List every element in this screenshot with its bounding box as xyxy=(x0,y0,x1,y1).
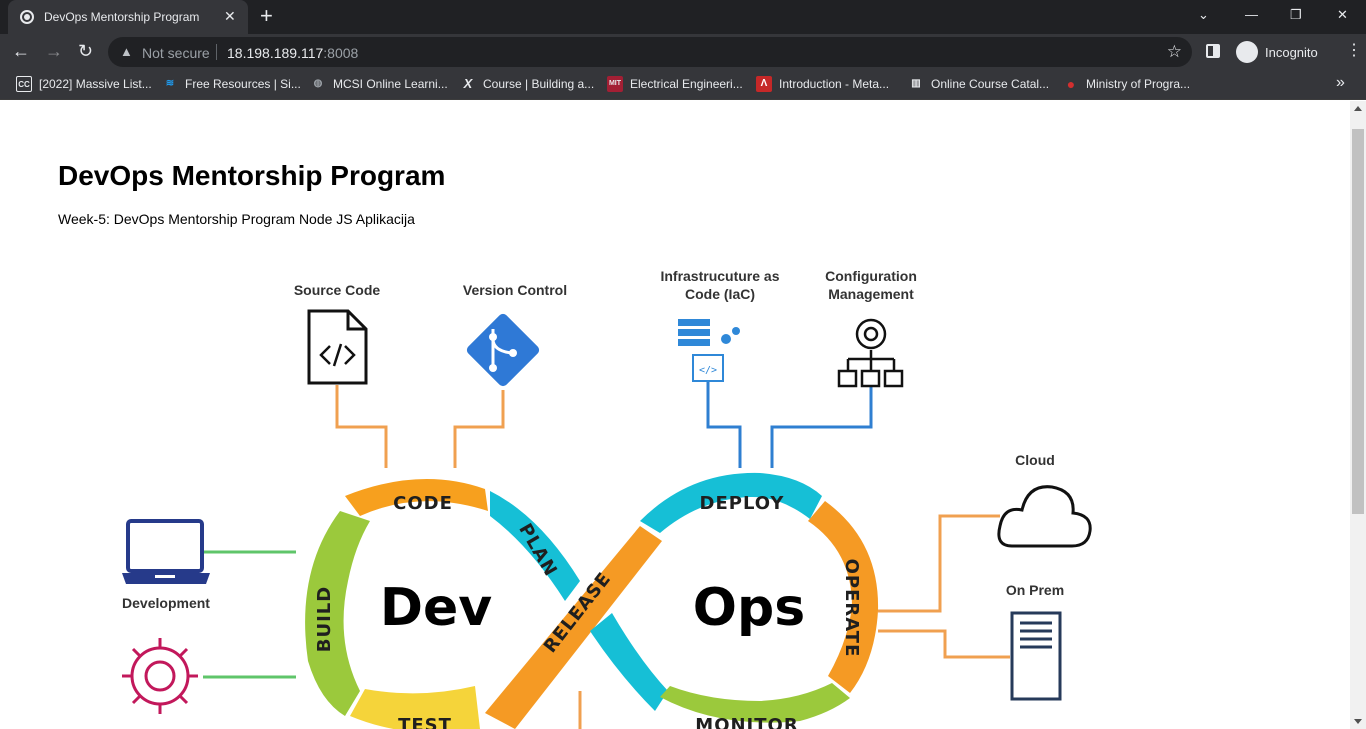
new-tab-button[interactable]: + xyxy=(260,5,273,27)
browser-menu-icon[interactable]: ⋮ xyxy=(1346,41,1362,61)
cloud-connector xyxy=(878,514,1000,613)
incognito-label: Incognito xyxy=(1265,45,1318,60)
version-control-label: Version Control xyxy=(463,282,567,298)
devops-diagram: CODE PLAN BUILD TEST RELEASE DEPLOY OPER… xyxy=(122,268,1092,729)
tab-bar: DevOps Mentorship Program ✕ + ⌄ — ❐ ✕ xyxy=(0,0,1366,34)
scroll-up-icon[interactable] xyxy=(1354,106,1362,111)
iac-label-line2: Code (IaC) xyxy=(685,286,755,302)
bookmark-item[interactable]: ● Ministry of Progra... xyxy=(1063,76,1190,94)
config-label-line2: Management xyxy=(828,286,914,302)
build-label: BUILD xyxy=(314,586,335,652)
source-code-connector xyxy=(335,385,388,468)
security-status[interactable]: Not secure xyxy=(142,45,210,61)
cycle-gear-icon xyxy=(122,638,198,714)
git-icon xyxy=(466,313,540,387)
scroll-down-icon[interactable] xyxy=(1354,719,1362,724)
development-label: Development xyxy=(122,595,210,611)
bookmark-item[interactable]: X Course | Building a... xyxy=(460,76,595,94)
bookmark-star-icon[interactable]: ☆ xyxy=(1167,42,1182,62)
iac-label-line1: Infrastrucuture as xyxy=(660,268,779,284)
tab-title: DevOps Mentorship Program xyxy=(44,10,200,24)
bookmark-label: Electrical Engineeri... xyxy=(630,77,743,91)
iac-icon: </> xyxy=(678,319,740,382)
cloud-label: Cloud xyxy=(1015,452,1055,468)
globe-icon: ◍ xyxy=(313,78,323,89)
incognito-icon xyxy=(1236,41,1258,63)
iac-connector xyxy=(706,382,742,468)
address-bar[interactable]: ▲ Not secure 18.198.189.117:8008 ☆ xyxy=(108,37,1192,67)
source-code-icon xyxy=(307,309,368,385)
fr-icon: ≋ xyxy=(165,78,175,89)
page-viewport: DevOps Mentorship Program Week-5: DevOps… xyxy=(0,101,1350,729)
mop-icon: ● xyxy=(1066,76,1076,92)
scrollbar-thumb[interactable] xyxy=(1352,129,1364,514)
cloud-icon xyxy=(997,485,1092,548)
ops-word: Ops xyxy=(693,578,805,638)
code-label: CODE xyxy=(393,493,453,514)
back-button[interactable]: ← xyxy=(12,40,30,62)
bookmark-label: [2022] Massive List... xyxy=(39,77,152,91)
bookmark-item[interactable]: ▥ Online Course Catal... xyxy=(908,76,1049,94)
bookmark-label: Course | Building a... xyxy=(483,77,595,91)
address-divider xyxy=(216,44,217,60)
deploy-label: DEPLOY xyxy=(700,493,785,514)
test-label: TEST xyxy=(398,715,452,729)
bookmark-item[interactable]: MIT Electrical Engineeri... xyxy=(607,76,743,94)
version-control-connector xyxy=(453,390,505,468)
restore-button[interactable]: ❐ xyxy=(1290,7,1302,23)
operate-label: OPERATE xyxy=(841,559,862,658)
onprem-connector xyxy=(878,629,1010,659)
config-label-line1: Configuration xyxy=(825,268,917,284)
ops-lower-segment xyxy=(590,613,668,711)
monitor-label: MONITOR xyxy=(695,715,798,729)
bookmark-label: Free Resources | Si... xyxy=(185,77,301,91)
meta-icon: Λ xyxy=(756,76,772,92)
configuration-icon xyxy=(837,318,904,388)
cisco-icon: ▥ xyxy=(911,78,921,89)
bookmark-label: Introduction - Meta... xyxy=(779,77,890,91)
source-code-label: Source Code xyxy=(294,282,381,298)
url-text[interactable]: 18.198.189.117:8008 xyxy=(227,45,358,61)
bookmarks-overflow-icon[interactable]: » xyxy=(1336,74,1345,92)
incognito-profile-button[interactable]: Incognito xyxy=(1232,38,1326,66)
server-icon xyxy=(1010,611,1062,701)
close-tab-icon[interactable]: ✕ xyxy=(224,8,236,24)
browser-tab[interactable]: DevOps Mentorship Program ✕ xyxy=(8,0,248,34)
on-prem-label: On Prem xyxy=(1006,582,1064,598)
url-port: :8008 xyxy=(323,45,359,61)
mit-icon: MIT xyxy=(607,76,623,92)
laptop-icon xyxy=(122,519,210,584)
tab-search-icon[interactable]: ⌄ xyxy=(1198,7,1209,23)
close-window-button[interactable]: ✕ xyxy=(1337,7,1348,23)
bookmark-item[interactable]: ◍ MCSI Online Learni... xyxy=(310,76,448,94)
side-panel-icon[interactable] xyxy=(1206,44,1220,58)
url-host: 18.198.189.117 xyxy=(227,45,324,61)
globe-icon xyxy=(20,10,34,24)
forward-button[interactable]: → xyxy=(45,40,63,62)
bookmark-label: Online Course Catal... xyxy=(931,77,1050,91)
cc-icon: CC xyxy=(16,76,32,92)
browser-toolbar: ← → ↻ ▲ Not secure 18.198.189.117:8008 ☆… xyxy=(0,34,1366,70)
config-connector xyxy=(770,387,873,468)
bookmarks-bar: CC [2022] Massive List... ≋ Free Resources … xyxy=(0,70,1366,100)
warning-icon[interactable]: ▲ xyxy=(120,44,133,59)
dev-word: Dev xyxy=(380,578,492,638)
x-icon: X xyxy=(463,76,473,91)
svg-text:</>: </> xyxy=(699,365,717,376)
bookmark-label: MCSI Online Learni... xyxy=(333,77,448,91)
page-scrollbar[interactable] xyxy=(1350,101,1366,729)
reload-button[interactable]: ↻ xyxy=(78,40,93,62)
bookmark-label: Ministry of Progra... xyxy=(1086,77,1191,91)
bookmark-item[interactable]: ≋ Free Resources | Si... xyxy=(162,76,301,94)
bookmark-item[interactable]: CC [2022] Massive List... xyxy=(16,76,152,94)
minimize-button[interactable]: — xyxy=(1245,7,1258,22)
bookmark-item[interactable]: Λ Introduction - Meta... xyxy=(756,76,889,94)
